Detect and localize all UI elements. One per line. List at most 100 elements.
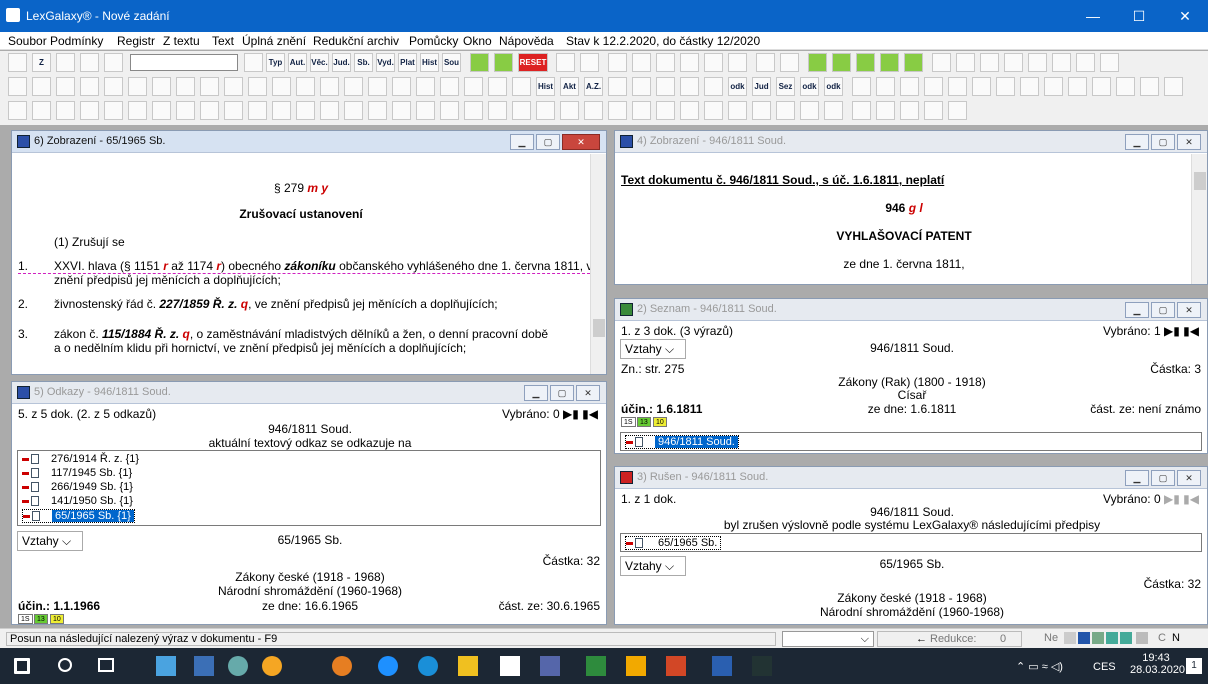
- toolbar-button[interactable]: [128, 101, 147, 120]
- toolbar-button[interactable]: [392, 77, 411, 96]
- app-icon[interactable]: [156, 656, 176, 676]
- minimize-button[interactable]: ▁: [1125, 134, 1149, 150]
- toolbar-button[interactable]: [1076, 53, 1095, 72]
- app-icon[interactable]: [228, 656, 248, 676]
- toolbar-button[interactable]: [656, 101, 675, 120]
- toolbar-button[interactable]: [980, 53, 999, 72]
- toolbar-button[interactable]: [296, 101, 315, 120]
- toolbar-akt-button[interactable]: Akt: [560, 77, 579, 96]
- maximize-button[interactable]: ▢: [550, 385, 574, 401]
- close-button[interactable]: ✕: [1177, 134, 1201, 150]
- toolbar-button[interactable]: [56, 101, 75, 120]
- toolbar-button[interactable]: [1052, 53, 1071, 72]
- toolbar-button[interactable]: [852, 77, 871, 96]
- toolbar-button[interactable]: [152, 101, 171, 120]
- toolbar-button[interactable]: [728, 53, 747, 72]
- toolbar-button[interactable]: [368, 101, 387, 120]
- list-item[interactable]: 117/1945 Sb. {1}: [22, 467, 132, 481]
- toolbar-odk-button[interactable]: odk: [824, 77, 843, 96]
- list-item-selected[interactable]: 65/1965 Sb. {1}: [22, 509, 135, 523]
- menu-okno[interactable]: Okno: [463, 34, 492, 48]
- edge-icon[interactable]: [418, 656, 438, 676]
- toolbar-button[interactable]: [948, 101, 967, 120]
- toolbar-button[interactable]: [176, 101, 195, 120]
- store-icon[interactable]: [500, 656, 520, 676]
- browser-icon[interactable]: [262, 656, 282, 676]
- toolbar-button[interactable]: [248, 77, 267, 96]
- toolbar-button[interactable]: [856, 53, 875, 72]
- toolbar-button[interactable]: [1044, 77, 1063, 96]
- close-button[interactable]: ✕: [1177, 470, 1201, 486]
- toolbar-button[interactable]: [656, 77, 675, 96]
- toolbar-button[interactable]: [800, 101, 819, 120]
- toolbar-button[interactable]: [470, 53, 489, 72]
- toolbar-button[interactable]: [512, 77, 531, 96]
- search-dropdown[interactable]: ⌵: [782, 631, 874, 647]
- notification-icon[interactable]: 1: [1186, 658, 1202, 674]
- task-view-icon[interactable]: [98, 658, 114, 672]
- toolbar-button[interactable]: [1092, 77, 1111, 96]
- toolbar-jud-button[interactable]: Jud: [752, 77, 771, 96]
- toolbar-vec-button[interactable]: Věc.: [310, 53, 329, 72]
- menu-redukcni-archiv[interactable]: Redukční archiv: [313, 34, 399, 48]
- toolbar-sou-button[interactable]: Sou: [442, 53, 461, 72]
- toolbar-button[interactable]: [704, 77, 723, 96]
- toolbar-button[interactable]: [556, 53, 575, 72]
- document-link[interactable]: Text dokumentu č. 946/1811 Soud., s úč. …: [621, 173, 944, 187]
- toolbar-button[interactable]: [320, 101, 339, 120]
- prev-icon[interactable]: ▮◀: [1183, 324, 1199, 338]
- toolbar-button[interactable]: [656, 53, 675, 72]
- result-list[interactable]: 946/1811 Soud.: [620, 432, 1202, 451]
- toolbar-button[interactable]: [1068, 77, 1087, 96]
- toolbar-sez-button[interactable]: Sez: [776, 77, 795, 96]
- clock[interactable]: 19:43 28.03.2020: [1130, 652, 1185, 676]
- excel-icon[interactable]: [586, 656, 606, 676]
- toolbar-button[interactable]: [344, 77, 363, 96]
- app-icon[interactable]: [626, 656, 646, 676]
- edge-icon[interactable]: [378, 656, 398, 676]
- toolbar-button[interactable]: [1028, 53, 1047, 72]
- toolbar-button[interactable]: [996, 77, 1015, 96]
- toolbar-hist-button[interactable]: Hist: [536, 77, 555, 96]
- menu-uplna-zneni[interactable]: Úplná znění: [242, 34, 306, 48]
- toolbar-button[interactable]: [464, 77, 483, 96]
- toolbar-button[interactable]: [948, 77, 967, 96]
- status-icon[interactable]: [1120, 632, 1132, 644]
- toolbar-button[interactable]: [1140, 77, 1159, 96]
- toolbar-button[interactable]: [32, 101, 51, 120]
- back-arrow-icon[interactable]: ←: [916, 633, 927, 645]
- toolbar-button[interactable]: [494, 53, 513, 72]
- toolbar-button[interactable]: [440, 77, 459, 96]
- toolbar-button[interactable]: [704, 53, 723, 72]
- toolbar-sb-button[interactable]: Sb.: [354, 53, 373, 72]
- toolbar-button[interactable]: [224, 77, 243, 96]
- language-indicator[interactable]: CES: [1093, 661, 1116, 673]
- toolbar-button[interactable]: [244, 53, 263, 72]
- list-item-selected[interactable]: 65/1965 Sb.: [625, 536, 722, 550]
- menu-podminky[interactable]: Podmínky: [50, 34, 103, 48]
- toolbar-button[interactable]: [488, 101, 507, 120]
- toolbar-button[interactable]: [608, 77, 627, 96]
- toolbar-button[interactable]: [972, 77, 991, 96]
- vertical-scrollbar[interactable]: [590, 154, 606, 374]
- status-icon[interactable]: [1078, 632, 1090, 644]
- toolbar-button[interactable]: [80, 77, 99, 96]
- toolbar-button[interactable]: [512, 101, 531, 120]
- toolbar-button[interactable]: [680, 53, 699, 72]
- toolbar-button[interactable]: [344, 101, 363, 120]
- toolbar-button[interactable]: [80, 53, 99, 72]
- next-icon[interactable]: ▶▮: [1164, 324, 1180, 338]
- scrollbar-thumb[interactable]: [593, 319, 605, 337]
- toolbar-button[interactable]: [440, 101, 459, 120]
- menu-soubor[interactable]: Soubor: [8, 34, 47, 48]
- repeal-list[interactable]: 65/1965 Sb.: [620, 533, 1202, 552]
- toolbar-hist-button[interactable]: Hist: [420, 53, 439, 72]
- toolbar-button[interactable]: [728, 101, 747, 120]
- search-combo[interactable]: [130, 54, 238, 71]
- toolbar-button[interactable]: [272, 101, 291, 120]
- toolbar-button[interactable]: [900, 101, 919, 120]
- list-item[interactable]: 276/1914 Ř. z. {1}: [22, 453, 139, 467]
- toolbar-button[interactable]: [584, 101, 603, 120]
- tray-icons[interactable]: ⌃ ▭ ≈ ◁): [1016, 660, 1063, 673]
- status-icon[interactable]: [1106, 632, 1118, 644]
